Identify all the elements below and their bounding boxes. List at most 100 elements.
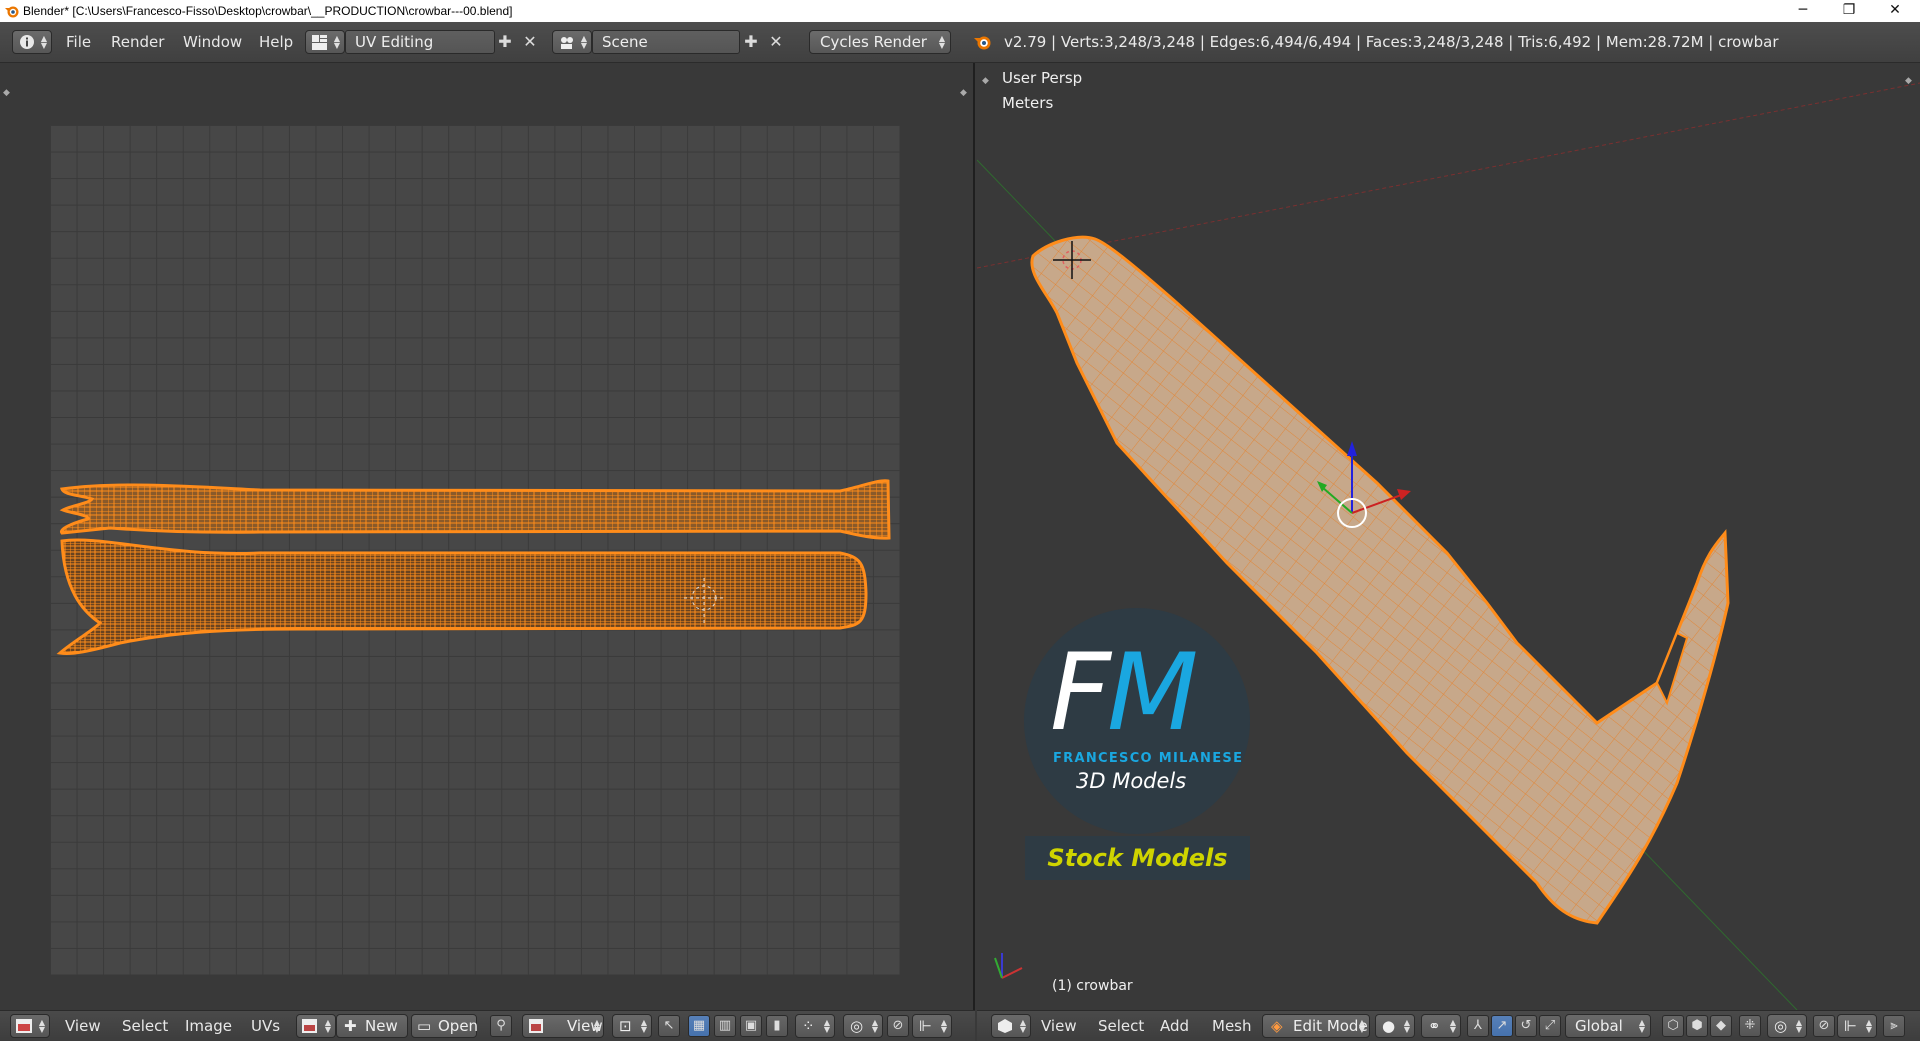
minimize-button[interactable]: ─ xyxy=(1780,0,1826,22)
pivot-icon: ⊡ xyxy=(619,1017,632,1035)
uv-islands[interactable] xyxy=(0,63,975,1010)
island-select-icon[interactable]: ▮ xyxy=(766,1015,788,1037)
rotate-manipulator-icon[interactable]: ↺ xyxy=(1515,1015,1537,1037)
uv-image-editor[interactable]: ◆ ◆ xyxy=(0,63,975,1010)
pin-image-icon[interactable]: ⚲ xyxy=(490,1015,512,1037)
blender-logo-icon xyxy=(5,6,19,18)
uv-island-bottom xyxy=(56,538,868,655)
manipulator-toggle-icon[interactable]: ⅄ xyxy=(1467,1015,1489,1037)
folder-icon: ▭ xyxy=(417,1017,432,1035)
image-browse-button[interactable]: ▲ ▼ xyxy=(296,1014,336,1038)
edit-mode-icon: ◈ xyxy=(1271,1017,1283,1035)
menu-render[interactable]: Render xyxy=(111,22,164,62)
layout-grid-icon xyxy=(312,35,327,50)
view-mode-dropdown[interactable]: View ▲ ▼ xyxy=(522,1014,604,1038)
open-image-label: Open xyxy=(438,1017,479,1035)
vertex-select-icon[interactable]: ▦ xyxy=(688,1015,710,1037)
proportional-edit-dropdown[interactable]: ◎ ▲ ▼ xyxy=(843,1014,883,1038)
scale-manipulator-icon[interactable]: ⤢ xyxy=(1539,1015,1561,1037)
updown-arrows-icon: ▲ ▼ xyxy=(38,1018,46,1034)
viewport-menu-mesh[interactable]: Mesh xyxy=(1212,1011,1252,1041)
translate-manipulator-icon[interactable]: ↗ xyxy=(1491,1015,1513,1037)
occlude-geometry-icon[interactable]: ⁜ xyxy=(1739,1015,1761,1037)
updown-arrows-icon: ▲ ▼ xyxy=(1865,1018,1873,1034)
render-engine-dropdown[interactable]: Cycles Render ▲ ▼ xyxy=(809,30,951,54)
fm-logo-subtitle: 3D Models xyxy=(1076,769,1187,793)
snap-element-dropdown[interactable]: ⊩ ▲ ▼ xyxy=(912,1014,952,1038)
pivot-point-dropdown[interactable]: ⚭ ▲ ▼ xyxy=(1421,1014,1461,1038)
uv-menu-image[interactable]: Image xyxy=(185,1011,232,1041)
updown-arrows-icon: ▲ ▼ xyxy=(40,34,48,50)
viewport-menu-add[interactable]: Add xyxy=(1160,1011,1189,1041)
snap-target-icon[interactable]: ⫸ xyxy=(1883,1015,1905,1037)
updown-arrows-icon: ▲ ▼ xyxy=(938,34,946,50)
transform-orientation-label: Global xyxy=(1575,1017,1623,1035)
scene-statistics: v2.79 | Verts:3,248/3,248 | Edges:6,494/… xyxy=(1004,33,1779,51)
uv-menu-select[interactable]: Select xyxy=(122,1011,168,1041)
viewport-menu-select[interactable]: Select xyxy=(1098,1011,1144,1041)
proportional-edit-dropdown[interactable]: ◎ ▲ ▼ xyxy=(1767,1014,1807,1038)
transform-orientation-dropdown[interactable]: Global ▲ ▼ xyxy=(1565,1014,1651,1038)
updown-arrows-icon: ▲ ▼ xyxy=(580,34,588,50)
stock-models-badge: Stock Models xyxy=(1025,836,1250,880)
add-scene-icon[interactable]: ✚ xyxy=(741,31,761,53)
updown-arrows-icon: ▲ ▼ xyxy=(640,1018,648,1034)
updown-arrows-icon: ▲ ▼ xyxy=(1358,1018,1366,1034)
edge-select-icon[interactable]: ▥ xyxy=(714,1015,736,1037)
updown-arrows-icon: ▲ ▼ xyxy=(871,1018,879,1034)
window-titlebar: Blender* [C:\Users\Francesco-Fisso\Deskt… xyxy=(0,0,1920,22)
screen-layout-field[interactable]: UV Editing xyxy=(345,30,495,54)
updown-arrows-icon: ▲ ▼ xyxy=(1795,1018,1803,1034)
editor-type-info-button[interactable]: ▲ ▼ xyxy=(12,30,52,54)
uv-editor-header: ▲ ▼ View Select Image UVs ▲ ▼ ✚ New ▭ Open… xyxy=(0,1010,975,1041)
menu-help[interactable]: Help xyxy=(259,22,293,62)
menu-file[interactable]: File xyxy=(66,22,91,62)
snap-element-icon: ⊩ xyxy=(1844,1017,1858,1035)
fm-logo-letters: FM xyxy=(1050,640,1198,746)
restore-button[interactable]: ❐ xyxy=(1826,0,1872,22)
close-button[interactable]: ✕ xyxy=(1872,0,1918,22)
x-axis-line xyxy=(977,82,1920,269)
uv-editor-type-button[interactable]: ▲ ▼ xyxy=(10,1014,50,1038)
proportional-edit-icon: ◎ xyxy=(850,1017,864,1035)
open-image-button[interactable]: ▭ Open xyxy=(411,1014,479,1038)
new-image-button[interactable]: ✚ New xyxy=(336,1014,408,1038)
solid-shading-icon: ● xyxy=(1382,1017,1396,1035)
updown-arrows-icon: ▲ ▼ xyxy=(823,1018,831,1034)
3d-view-icon xyxy=(998,1019,1012,1033)
snap-icon[interactable]: ⊘ xyxy=(1813,1015,1835,1037)
vertex-select-mode-icon[interactable]: ⬡ xyxy=(1662,1015,1684,1037)
fm-logo-name: FRANCESCO MILANESE xyxy=(1053,751,1244,766)
add-layout-icon[interactable]: ✚ xyxy=(495,31,515,53)
uv-menu-view[interactable]: View xyxy=(65,1011,101,1041)
pivot-point-dropdown[interactable]: ⊡ ▲ ▼ xyxy=(612,1014,652,1038)
pivot-icon: ⚭ xyxy=(1428,1017,1441,1035)
delete-scene-icon[interactable]: ✕ xyxy=(766,31,786,53)
interaction-mode-dropdown[interactable]: ◈ Edit Mode ▲ ▼ xyxy=(1262,1014,1370,1038)
uv-menu-uvs[interactable]: UVs xyxy=(251,1011,280,1041)
sticky-select-dropdown[interactable]: ⁘ ▲ ▼ xyxy=(795,1014,835,1038)
window-title: Blender* [C:\Users\Francesco-Fisso\Deskt… xyxy=(23,4,513,18)
scene-browse-button[interactable]: ▲ ▼ xyxy=(552,30,592,54)
viewport-shading-dropdown[interactable]: ● ▲ ▼ xyxy=(1375,1014,1415,1038)
snap-element-icon: ⊩ xyxy=(919,1017,933,1035)
uv-sync-selection-icon[interactable]: ↖ xyxy=(658,1015,680,1037)
fm-logo-m: M xyxy=(1106,631,1198,754)
updown-arrows-icon: ▲ ▼ xyxy=(1403,1018,1411,1034)
delete-layout-icon[interactable]: ✕ xyxy=(520,31,540,53)
updown-arrows-icon: ▲ ▼ xyxy=(1638,1018,1646,1034)
snap-icon[interactable]: ⊘ xyxy=(887,1015,909,1037)
menu-window[interactable]: Window xyxy=(183,22,242,62)
viewport-header: ▲ ▼ View Select Add Mesh ◈ Edit Mode ▲ ▼ ●… xyxy=(977,1010,1920,1041)
updown-arrows-icon: ▲ ▼ xyxy=(593,1018,601,1034)
edge-select-mode-icon[interactable]: ⬢ xyxy=(1686,1015,1708,1037)
screen-layout-browse-button[interactable]: ▲ ▼ xyxy=(305,30,345,54)
scene-field[interactable]: Scene xyxy=(592,30,740,54)
viewport-editor-type-button[interactable]: ▲ ▼ xyxy=(991,1014,1031,1038)
fm-logo-f: F xyxy=(1050,631,1111,754)
face-select-icon[interactable]: ▣ xyxy=(740,1015,762,1037)
snap-element-dropdown[interactable]: ⊩ ▲ ▼ xyxy=(1837,1014,1877,1038)
face-select-mode-icon[interactable]: ◆ xyxy=(1710,1015,1732,1037)
viewport-menu-view[interactable]: View xyxy=(1041,1011,1077,1041)
axis-orientation-widget xyxy=(994,953,1023,979)
